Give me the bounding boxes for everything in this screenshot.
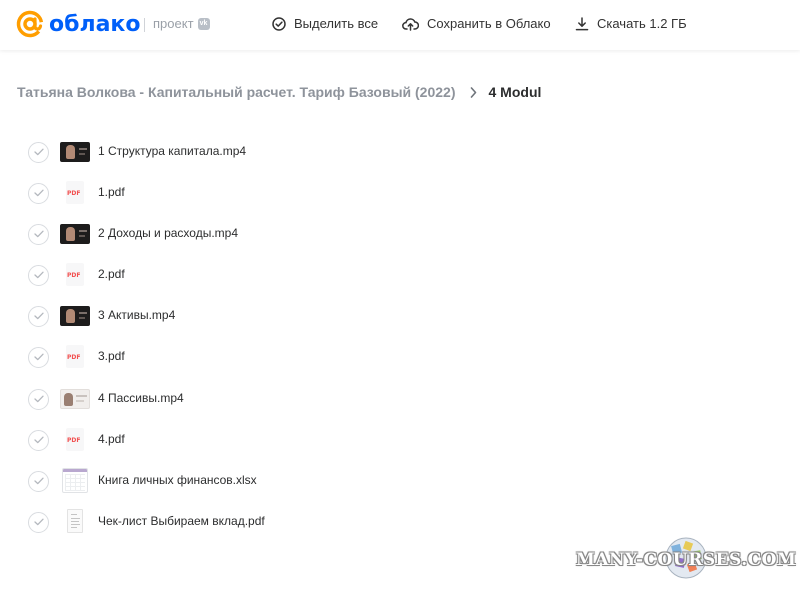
vk-icon: vk (197, 17, 210, 30)
file-name[interactable]: Чек-лист Выбираем вклад.pdf (98, 514, 265, 528)
select-checkbox[interactable] (28, 429, 49, 451)
pdf-icon-label: PDF (67, 272, 81, 279)
select-checkbox[interactable] (28, 141, 49, 163)
select-checkbox[interactable] (28, 511, 49, 533)
download-icon (575, 16, 589, 30)
file-name[interactable]: Книга личных финансов.xlsx (98, 473, 257, 487)
download-label: Скачать 1.2 ГБ (597, 16, 687, 31)
check-icon (33, 148, 44, 156)
top-header: облако проект vk Выделить все Сохранить … (0, 0, 800, 50)
file-row[interactable]: 1 Структура капитала.mp4 (28, 139, 246, 165)
spreadsheet-file-icon (62, 468, 88, 493)
file-name[interactable]: 2 Доходы и расходы.mp4 (98, 226, 238, 240)
chevron-right-icon (470, 86, 477, 98)
pdf-file-icon: PDF (66, 345, 84, 368)
select-checkbox[interactable] (28, 182, 49, 204)
select-checkbox[interactable] (28, 470, 49, 492)
pdf-file-icon: PDF (66, 428, 84, 451)
breadcrumb-current: 4 Modul (488, 84, 542, 100)
select-checkbox[interactable] (28, 223, 49, 245)
select-checkbox[interactable] (28, 264, 49, 286)
check-icon (33, 230, 44, 238)
file-name[interactable]: 4 Пассивы.mp4 (98, 391, 184, 405)
file-row[interactable]: 4 Пассивы.mp4 (28, 386, 184, 412)
file-row[interactable]: PDF 2.pdf (28, 262, 125, 288)
file-name[interactable]: 1 Структура капитала.mp4 (98, 144, 246, 158)
pdf-file-icon: PDF (66, 263, 84, 286)
at-sign-logo-icon (16, 10, 44, 38)
watermark-text: MANY-COURSES.COM (576, 550, 797, 570)
logo-text: облако (49, 11, 141, 37)
file-name[interactable]: 2.pdf (98, 267, 125, 281)
header-divider (144, 18, 145, 32)
file-name[interactable]: 3.pdf (98, 349, 125, 363)
file-row[interactable]: Книга личных финансов.xlsx (28, 468, 257, 494)
cloud-upload-icon (402, 17, 419, 31)
video-thumbnail (60, 142, 90, 162)
check-circle-icon (272, 16, 286, 31)
video-thumbnail (60, 389, 90, 409)
check-icon (33, 271, 44, 279)
select-all-button[interactable]: Выделить все (272, 16, 378, 31)
check-icon (33, 353, 44, 361)
document-file-icon (67, 509, 83, 533)
pdf-file-icon: PDF (66, 181, 84, 204)
save-to-cloud-button[interactable]: Сохранить в Облако (402, 16, 551, 31)
select-all-label: Выделить все (294, 16, 379, 31)
check-icon (33, 477, 44, 485)
check-icon (33, 312, 44, 320)
pdf-icon-label: PDF (67, 437, 81, 444)
select-checkbox[interactable] (28, 305, 49, 327)
file-row[interactable]: 2 Доходы и расходы.mp4 (28, 221, 238, 247)
video-thumbnail (60, 224, 90, 244)
file-name[interactable]: 4.pdf (98, 432, 125, 446)
file-row[interactable]: 3 Активы.mp4 (28, 303, 175, 329)
select-checkbox[interactable] (28, 346, 49, 368)
check-icon (33, 518, 44, 526)
breadcrumb: Татьяна Волкова - Капитальный расчет. Та… (17, 84, 541, 100)
select-checkbox[interactable] (28, 388, 49, 410)
check-icon (33, 436, 44, 444)
file-name[interactable]: 3 Активы.mp4 (98, 308, 175, 322)
pdf-icon-label: PDF (67, 354, 81, 361)
cloud-logo[interactable]: облако (16, 10, 140, 38)
file-row[interactable]: PDF 1.pdf (28, 180, 125, 206)
project-label[interactable]: проект vk (153, 16, 210, 31)
download-button[interactable]: Скачать 1.2 ГБ (575, 16, 687, 31)
breadcrumb-parent-link[interactable]: Татьяна Волкова - Капитальный расчет. Та… (17, 84, 456, 100)
video-thumbnail (60, 306, 90, 326)
file-row[interactable]: Чек-лист Выбираем вклад.pdf (28, 509, 265, 535)
file-row[interactable]: PDF 4.pdf (28, 427, 125, 453)
file-row[interactable]: PDF 3.pdf (28, 344, 125, 370)
check-icon (33, 189, 44, 197)
save-to-cloud-label: Сохранить в Облако (427, 16, 551, 31)
project-text: проект (153, 16, 194, 31)
pdf-icon-label: PDF (67, 190, 81, 197)
file-name[interactable]: 1.pdf (98, 185, 125, 199)
check-icon (33, 395, 44, 403)
